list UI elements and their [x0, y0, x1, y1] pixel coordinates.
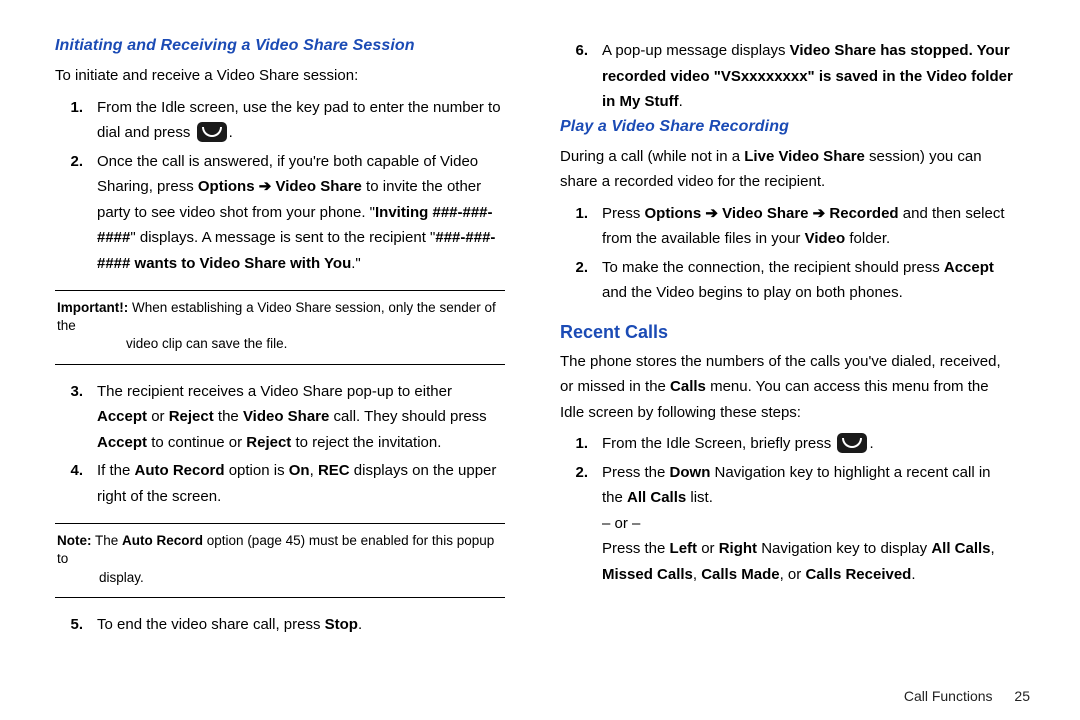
intro-text: To initiate and receive a Video Share se… — [55, 63, 505, 89]
step-text: Press Options ➔ Video Share ➔ Recorded a… — [602, 201, 1015, 252]
play-intro: During a call (while not in a Live Video… — [560, 144, 1015, 195]
step-number: 6. — [560, 38, 602, 115]
steps-list-initiate-cont2: 5. To end the video share call, press St… — [55, 612, 505, 638]
step-text: Once the call is answered, if you're bot… — [97, 149, 505, 277]
note-label: Note: — [57, 533, 92, 548]
list-item: 1. Press Options ➔ Video Share ➔ Recorde… — [560, 201, 1015, 252]
step-number: 1. — [55, 95, 97, 146]
steps-list-recent: 1. From the Idle Screen, briefly press .… — [560, 431, 1015, 587]
step-text: Press the Down Navigation key to highlig… — [602, 460, 1015, 588]
important-note: Important!: When establishing a Video Sh… — [55, 290, 505, 365]
step-text: The recipient receives a Video Share pop… — [97, 379, 505, 456]
steps-list-initiate-cont3: 6. A pop-up message displays Video Share… — [560, 38, 1015, 115]
note-auto-record: Note: The Auto Record option (page 45) m… — [55, 523, 505, 598]
note-body-line2: video clip can save the file. — [57, 335, 503, 353]
list-item: 1. From the Idle Screen, briefly press . — [560, 431, 1015, 457]
list-item: 2. To make the connection, the recipient… — [560, 255, 1015, 306]
list-item: 4. If the Auto Record option is On, REC … — [55, 458, 505, 509]
step-number: 2. — [560, 255, 602, 306]
step-number: 1. — [560, 431, 602, 457]
steps-list-play: 1. Press Options ➔ Video Share ➔ Recorde… — [560, 201, 1015, 306]
step-number: 2. — [55, 149, 97, 277]
note-label: Important!: — [57, 300, 128, 315]
right-column: 6. A pop-up message displays Video Share… — [535, 35, 1015, 700]
list-item: 6. A pop-up message displays Video Share… — [560, 38, 1015, 115]
heading-initiating: Initiating and Receiving a Video Share S… — [55, 37, 505, 55]
list-item: 3. The recipient receives a Video Share … — [55, 379, 505, 456]
step-number: 5. — [55, 612, 97, 638]
steps-list-initiate: 1. From the Idle screen, use the key pad… — [55, 95, 505, 277]
footer-section: Call Functions — [904, 688, 993, 704]
page-footer: Call Functions 25 — [904, 688, 1030, 704]
call-key-icon — [837, 433, 867, 453]
page-number: 25 — [1014, 688, 1030, 704]
heading-recent-calls: Recent Calls — [560, 322, 1015, 343]
step-text: From the Idle screen, use the key pad to… — [97, 95, 505, 146]
step-number: 4. — [55, 458, 97, 509]
list-item: 2. Once the call is answered, if you're … — [55, 149, 505, 277]
step-number: 1. — [560, 201, 602, 252]
step-text: If the Auto Record option is On, REC dis… — [97, 458, 505, 509]
list-item: 1. From the Idle screen, use the key pad… — [55, 95, 505, 146]
heading-play-recording: Play a Video Share Recording — [560, 118, 1015, 136]
steps-list-initiate-cont: 3. The recipient receives a Video Share … — [55, 379, 505, 510]
recent-intro: The phone stores the numbers of the call… — [560, 349, 1015, 426]
list-item: 2. Press the Down Navigation key to high… — [560, 460, 1015, 588]
step-text: To end the video share call, press Stop. — [97, 612, 505, 638]
step-text: A pop-up message displays Video Share ha… — [602, 38, 1015, 115]
step-number: 2. — [560, 460, 602, 588]
step-text: To make the connection, the recipient sh… — [602, 255, 1015, 306]
manual-page: Initiating and Receiving a Video Share S… — [0, 0, 1080, 720]
step-text: From the Idle Screen, briefly press . — [602, 431, 1015, 457]
left-column: Initiating and Receiving a Video Share S… — [55, 35, 535, 700]
list-item: 5. To end the video share call, press St… — [55, 612, 505, 638]
step-number: 3. — [55, 379, 97, 456]
note-body-line2: display. — [57, 569, 503, 587]
call-key-icon — [197, 122, 227, 142]
